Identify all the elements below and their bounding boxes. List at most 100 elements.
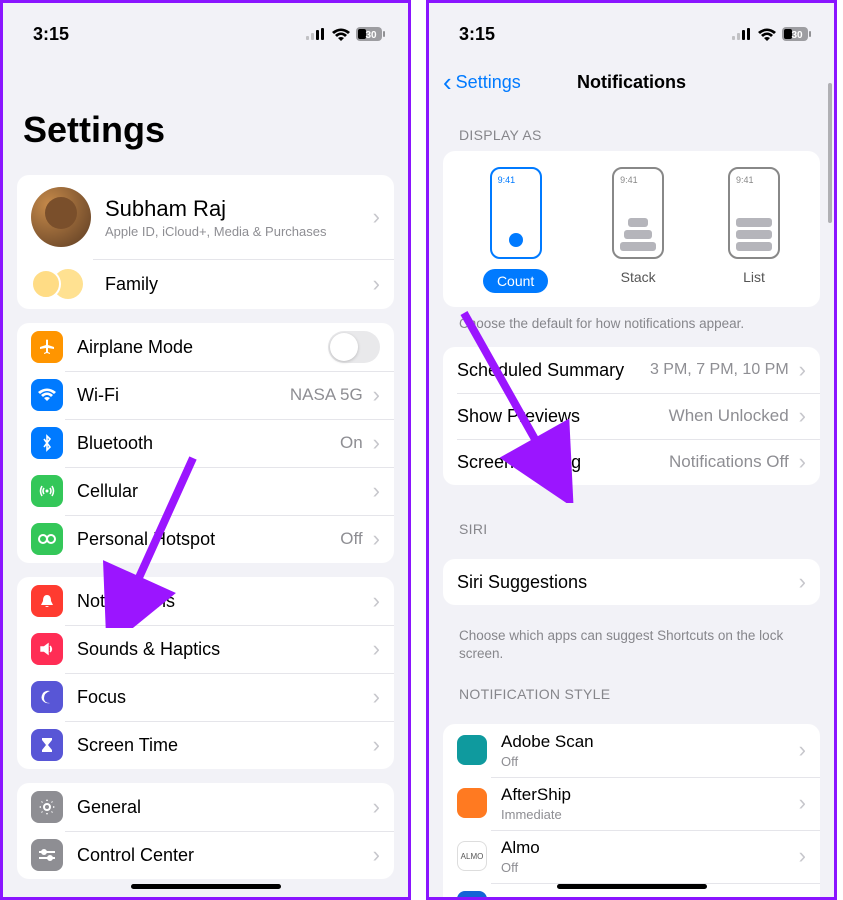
app-sub: Off [501, 754, 793, 769]
apple-id-row[interactable]: Subham Raj Apple ID, iCloud+, Media & Pu… [17, 175, 394, 259]
show-previews-row[interactable]: Show Previews When Unlocked › [443, 393, 820, 439]
home-indicator [557, 884, 707, 889]
app-sub: Immediate [501, 807, 793, 822]
chevron-icon: › [793, 893, 806, 897]
cellular-icon [732, 28, 752, 40]
chevron-icon: › [367, 842, 380, 868]
display-option-list[interactable]: 9:41 List [728, 167, 780, 293]
airplane-toggle[interactable] [328, 331, 380, 363]
siri-suggestions-row[interactable]: Siri Suggestions › [443, 559, 820, 605]
hotspot-icon [31, 523, 63, 555]
sliders-icon [31, 839, 63, 871]
right-screenshot: 3:15 30 ‹ Settings Notifications DISPLAY… [426, 0, 837, 900]
page-title: Settings [3, 53, 408, 161]
app-sub: Off [501, 860, 793, 875]
app-row[interactable]: Adobe ScanOff› [443, 724, 820, 777]
screentime-row[interactable]: Screen Time › [17, 721, 394, 769]
status-icons: 30 [306, 27, 386, 41]
display-option-stack[interactable]: 9:41 Stack [612, 167, 664, 293]
chevron-icon: › [367, 382, 380, 408]
settings-content: Settings Subham Raj Apple ID, iCloud+, M… [3, 53, 408, 897]
cellular-icon [31, 475, 63, 507]
general-row[interactable]: General › [17, 783, 394, 831]
cellular-row[interactable]: Cellular › [17, 467, 394, 515]
chevron-icon: › [367, 478, 380, 504]
scheduled-summary-row[interactable]: Scheduled Summary 3 PM, 7 PM, 10 PM › [443, 347, 820, 393]
svg-text:30: 30 [365, 30, 377, 41]
battery-icon: 30 [356, 27, 386, 41]
display-option-count[interactable]: 9:41 Count [483, 167, 548, 293]
svg-text:30: 30 [791, 30, 803, 41]
family-row[interactable]: Family › [17, 259, 394, 309]
notifications-content: DISPLAY AS 9:41 Count 9:41 Stack 9:41 Li… [429, 105, 834, 897]
status-bar: 3:15 30 [3, 3, 408, 53]
chevron-icon: › [793, 449, 806, 475]
app-icon: ALMO [457, 841, 487, 871]
chevron-icon: › [367, 636, 380, 662]
battery-icon: 30 [782, 27, 812, 41]
bluetooth-icon [31, 427, 63, 459]
connectivity-group: Airplane Mode Wi-Fi NASA 5G › Bluetooth … [17, 323, 394, 563]
system-group: General › Control Center › [17, 783, 394, 879]
siri-group: Siri Suggestions › [443, 559, 820, 605]
app-row[interactable]: AfterShip Immediate› [443, 777, 820, 830]
chevron-left-icon: ‹ [443, 69, 452, 95]
siri-header: SIRI [429, 499, 834, 545]
sounds-row[interactable]: Sounds & Haptics › [17, 625, 394, 673]
moon-icon [31, 681, 63, 713]
bell-icon [31, 585, 63, 617]
bluetooth-row[interactable]: Bluetooth On › [17, 419, 394, 467]
chevron-icon: › [367, 526, 380, 552]
profile-name: Subham Raj [105, 196, 367, 222]
attention-group: Notifications › Sounds & Haptics › Focus… [17, 577, 394, 769]
family-label: Family [105, 274, 367, 295]
chevron-icon: › [793, 569, 806, 595]
app-icon [457, 891, 487, 897]
chevron-icon: › [793, 357, 806, 383]
app-name: Alpha Progr. [501, 896, 793, 897]
family-icon [31, 267, 91, 301]
display-as-footer: Choose the default for how notifications… [429, 307, 834, 333]
app-name: Almo [501, 838, 793, 858]
home-indicator [131, 884, 281, 889]
chevron-icon: › [367, 204, 380, 230]
style-header: NOTIFICATION STYLE [429, 664, 834, 710]
chevron-icon: › [793, 790, 806, 816]
chevron-icon: › [793, 403, 806, 429]
status-icons: 30 [732, 27, 812, 41]
controlcenter-row[interactable]: Control Center › [17, 831, 394, 879]
hourglass-icon [31, 729, 63, 761]
app-row[interactable]: ALMO Almo Off› [443, 830, 820, 883]
app-icon [457, 788, 487, 818]
wifi-icon [758, 28, 776, 41]
siri-footer: Choose which apps can suggest Shortcuts … [429, 619, 834, 663]
status-time: 3:15 [459, 24, 495, 45]
avatar [31, 187, 91, 247]
focus-row[interactable]: Focus › [17, 673, 394, 721]
status-time: 3:15 [33, 24, 69, 45]
airplane-row[interactable]: Airplane Mode [17, 323, 394, 371]
chevron-icon: › [367, 794, 380, 820]
chevron-icon: › [793, 843, 806, 869]
screen-sharing-row[interactable]: Screen Sharing Notifications Off › [443, 439, 820, 485]
chevron-icon: › [367, 684, 380, 710]
app-name: AfterShip [501, 785, 793, 805]
chevron-icon: › [367, 271, 380, 297]
scrollbar[interactable] [828, 83, 832, 223]
account-group: Subham Raj Apple ID, iCloud+, Media & Pu… [17, 175, 394, 309]
wifi-icon [332, 28, 350, 41]
wifi-row[interactable]: Wi-Fi NASA 5G › [17, 371, 394, 419]
chevron-icon: › [367, 732, 380, 758]
hotspot-row[interactable]: Personal Hotspot Off › [17, 515, 394, 563]
speaker-icon [31, 633, 63, 665]
app-icon [457, 735, 487, 765]
profile-subtitle: Apple ID, iCloud+, Media & Purchases [105, 224, 367, 239]
cellular-icon [306, 28, 326, 40]
left-screenshot: 3:15 30 Settings Subham Raj Apple ID, iC… [0, 0, 411, 900]
chevron-icon: › [367, 430, 380, 456]
notifications-row[interactable]: Notifications › [17, 577, 394, 625]
summary-group: Scheduled Summary 3 PM, 7 PM, 10 PM › Sh… [443, 347, 820, 485]
airplane-icon [31, 331, 63, 363]
chevron-icon: › [367, 588, 380, 614]
back-button[interactable]: ‹ Settings [443, 69, 521, 95]
